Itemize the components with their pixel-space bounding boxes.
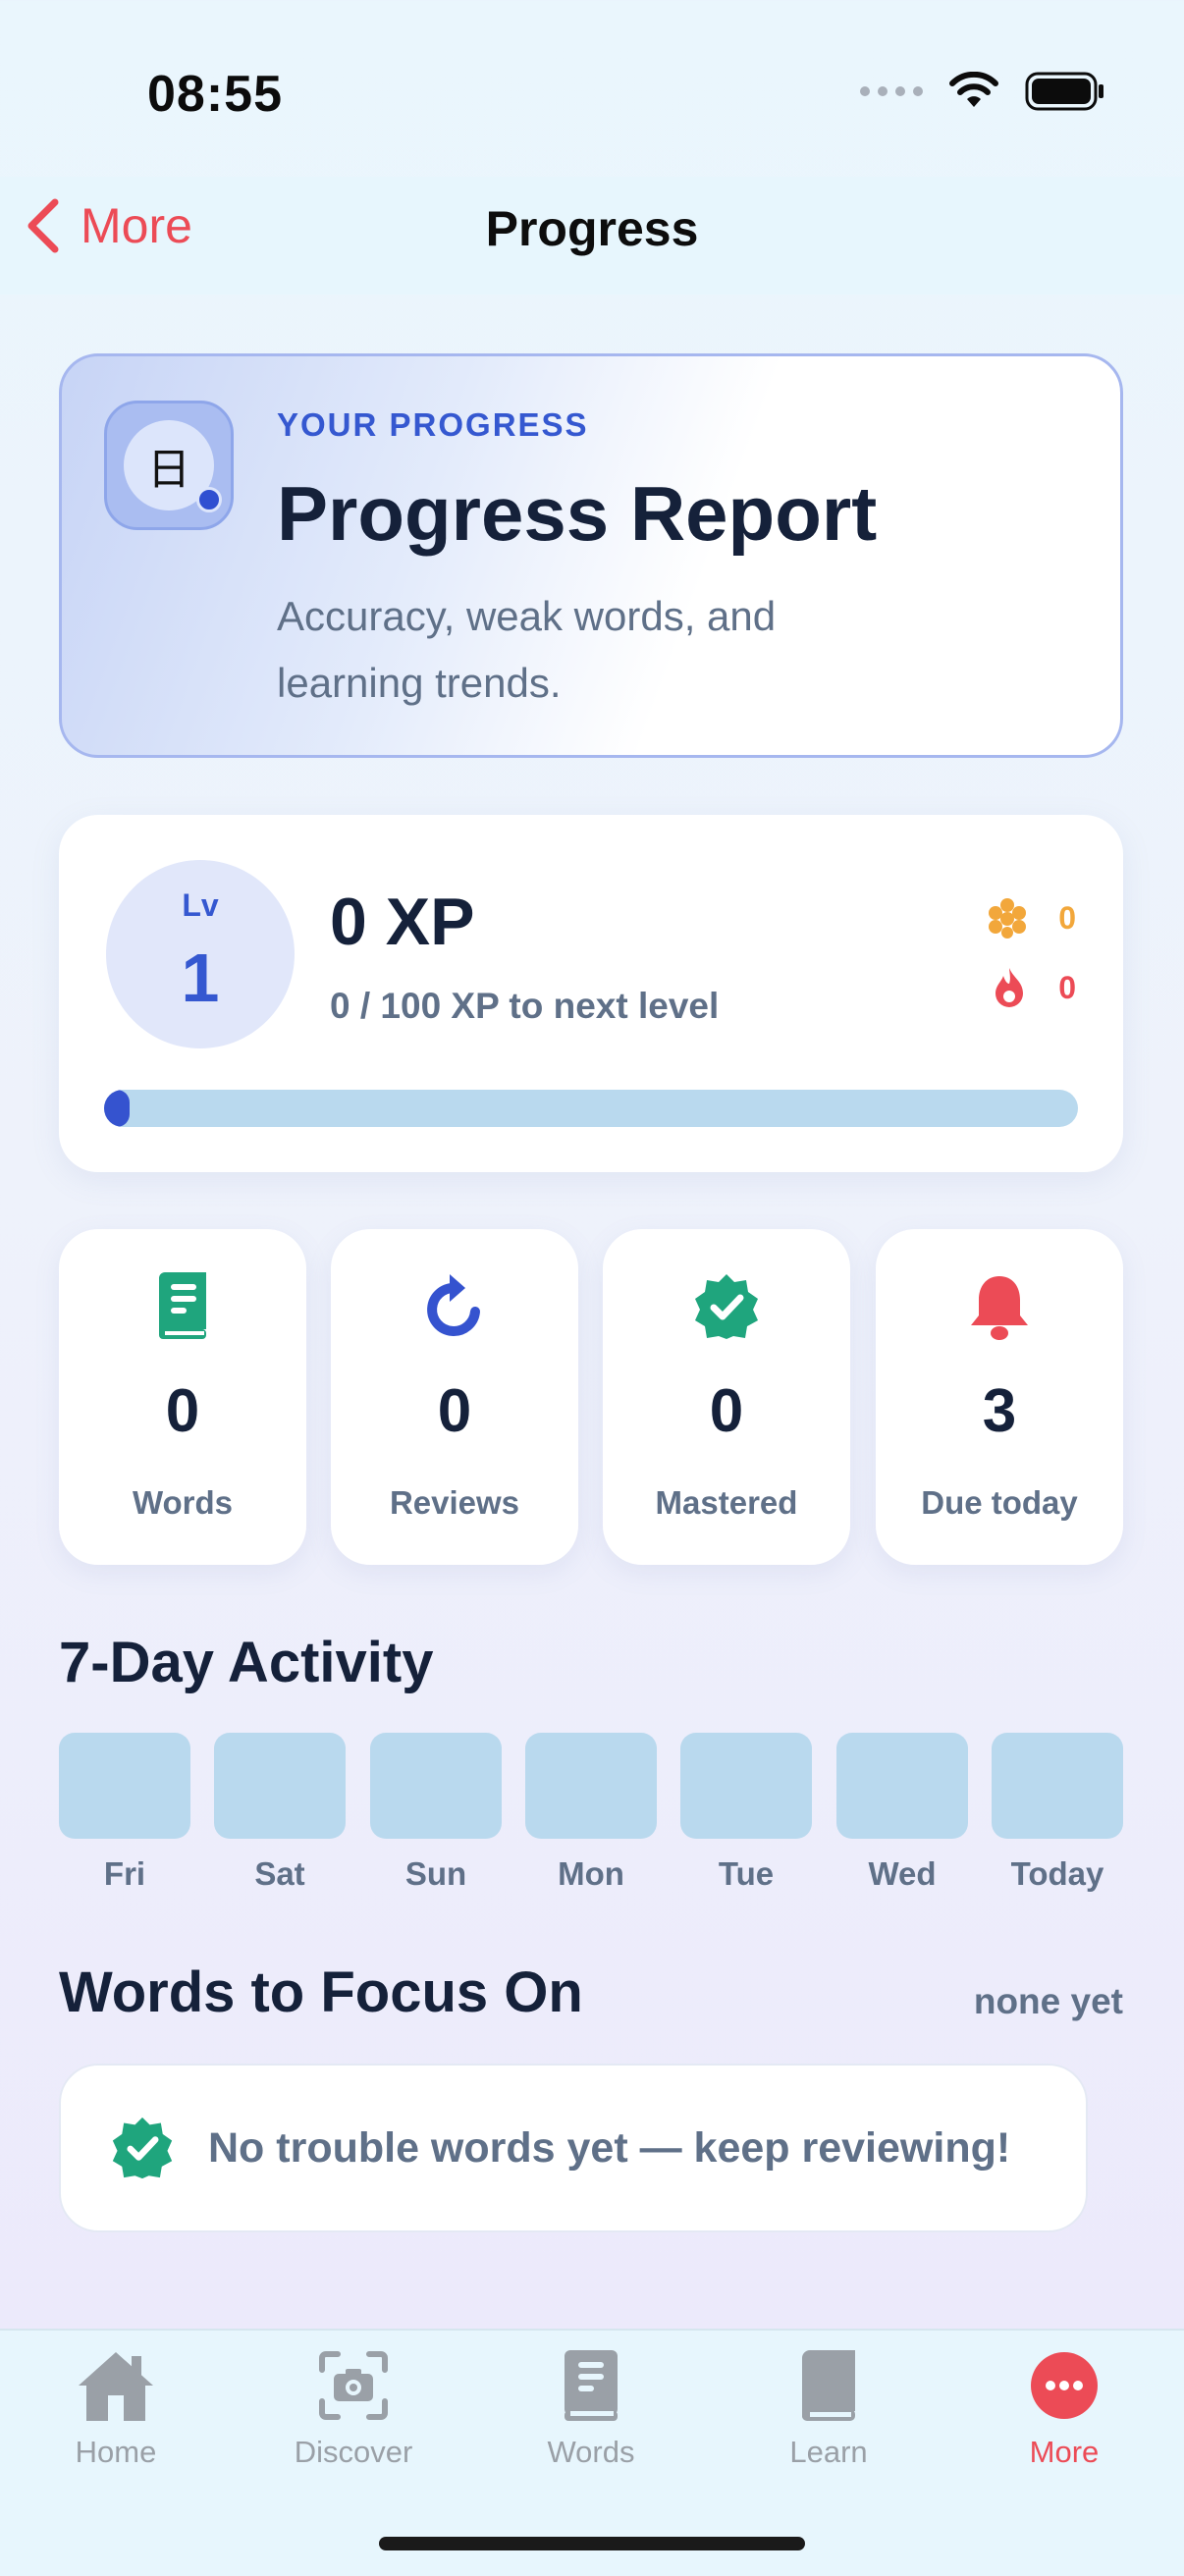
tab-more[interactable]: More xyxy=(966,2346,1162,2470)
activity-day-box xyxy=(525,1733,657,1839)
focus-count-meta: none yet xyxy=(973,1981,1123,2021)
stat-card-words[interactable]: 0 Words xyxy=(59,1229,306,1565)
mastered-count: 0 xyxy=(709,1377,744,1445)
activity-day-label: Tue xyxy=(718,1855,775,1892)
activity-day-label: Fri xyxy=(103,1855,146,1892)
hero-title: Progress Report xyxy=(277,470,878,557)
focus-empty-message: No trouble words yet — keep reviewing! xyxy=(208,2123,1011,2172)
flame-icon xyxy=(996,968,1024,1007)
xp-to-next-level: 0 / 100 XP to next level xyxy=(330,986,720,1026)
book-icon xyxy=(159,1272,206,1339)
xp-progress-bar xyxy=(104,1090,1078,1127)
notebook-icon xyxy=(565,2350,618,2421)
status-icons xyxy=(860,71,1105,112)
due-today-label: Due today xyxy=(921,1484,1078,1521)
verified-badge-icon xyxy=(695,1274,758,1339)
tab-learn-label: Learn xyxy=(789,2435,868,2469)
tab-discover[interactable]: Discover xyxy=(255,2346,452,2470)
stat-card-due-today[interactable]: 3 Due today xyxy=(876,1229,1123,1565)
wifi-icon xyxy=(949,72,998,107)
words-label: Words xyxy=(132,1484,234,1521)
activity-day-label: Wed xyxy=(868,1855,937,1892)
focus-empty-card: No trouble words yet — keep reviewing! xyxy=(59,2064,1088,2232)
verified-badge-icon xyxy=(112,2117,173,2179)
activity-day-box xyxy=(370,1733,502,1839)
status-time: 08:55 xyxy=(147,66,283,123)
hero-subtitle: Accuracy, weak words, and learning trend… xyxy=(277,593,777,706)
focus-heading: Words to Focus On xyxy=(59,1960,583,2024)
activity-day-label: Today xyxy=(1010,1855,1104,1892)
tab-home[interactable]: Home xyxy=(18,2346,214,2470)
xp-total: 0 XP xyxy=(330,885,475,959)
level-label: Lv xyxy=(182,887,219,923)
camera-scan-icon xyxy=(319,2351,388,2420)
tab-more-label: More xyxy=(1029,2435,1100,2469)
kanji-app-icon: 日 xyxy=(104,401,234,530)
activity-day-box xyxy=(214,1733,346,1839)
streak-count: 0 xyxy=(1058,969,1076,1005)
tab-discover-label: Discover xyxy=(294,2435,413,2469)
stat-card-mastered[interactable]: 0 Mastered xyxy=(603,1229,850,1565)
activity-day-label: Sat xyxy=(254,1855,305,1892)
activity-day-label: Mon xyxy=(558,1855,624,1892)
activity-day-box xyxy=(680,1733,812,1839)
due-today-count: 3 xyxy=(982,1377,1017,1445)
streak-stat: 0 xyxy=(990,966,1076,1009)
mastered-label: Mastered xyxy=(655,1484,798,1521)
battery-icon xyxy=(1025,72,1103,111)
activity-day-box xyxy=(59,1733,190,1839)
home-indicator xyxy=(379,2537,805,2550)
refresh-icon xyxy=(427,1274,480,1336)
activity-heading: 7-Day Activity xyxy=(59,1631,434,1694)
page-title: Progress xyxy=(485,201,699,256)
indicator-dot xyxy=(196,487,222,512)
activity-day-box xyxy=(836,1733,968,1839)
reviews-count: 0 xyxy=(437,1377,472,1445)
book-icon xyxy=(802,2350,855,2421)
home-icon xyxy=(79,2352,153,2421)
honey-stat: 0 xyxy=(986,897,1076,939)
tab-words[interactable]: Words xyxy=(493,2346,689,2470)
tab-words-label: Words xyxy=(547,2435,635,2469)
reviews-label: Reviews xyxy=(389,1484,520,1521)
signal-dots-icon xyxy=(860,86,923,96)
honeycomb-icon xyxy=(989,898,1027,939)
bell-icon xyxy=(971,1276,1028,1340)
hero-eyebrow: YOUR PROGRESS xyxy=(277,406,589,443)
level-value: 1 xyxy=(181,939,220,1016)
words-count: 0 xyxy=(165,1377,200,1445)
stat-card-reviews[interactable]: 0 Reviews xyxy=(331,1229,578,1565)
activity-day-box xyxy=(992,1733,1123,1839)
kanji-glyph: 日 xyxy=(147,446,190,494)
tab-learn[interactable]: Learn xyxy=(730,2346,927,2470)
tab-home-label: Home xyxy=(75,2435,157,2469)
activity-day-label: Sun xyxy=(404,1855,467,1892)
honey-count: 0 xyxy=(1058,899,1076,936)
more-icon xyxy=(1031,2352,1098,2419)
